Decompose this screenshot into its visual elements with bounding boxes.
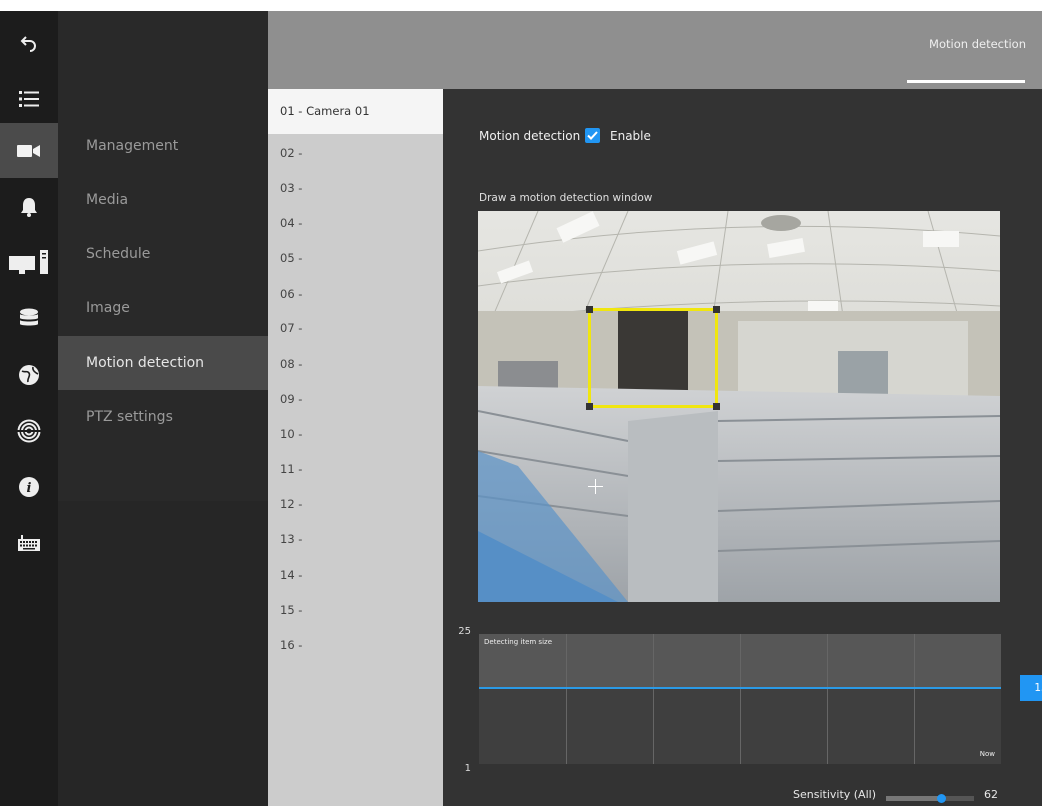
gridline [827,634,828,764]
camera-list-item[interactable]: 15 - [268,593,443,628]
chart-plot-area: Detecting item size Now [479,634,1001,764]
camera-list-item[interactable]: 02 - [268,136,443,171]
menu-footer-area [58,501,268,806]
camera-list-item[interactable]: 04 - [268,206,443,241]
enable-label: Enable [610,129,651,143]
resize-handle[interactable] [713,306,720,313]
globe-icon[interactable] [0,347,58,402]
resize-handle[interactable] [586,306,593,313]
y-axis-max: 25 [458,626,471,637]
menu-item-label: Schedule [86,246,151,262]
gridline [653,634,654,764]
menu-item-ptz-settings[interactable]: PTZ settings [58,390,268,444]
gridline [914,634,915,764]
sensitivity-slider-thumb[interactable] [936,794,946,803]
menu-item-schedule[interactable]: Schedule [58,227,268,281]
office-scene-image [478,211,1000,602]
enable-checkbox[interactable] [585,128,600,143]
menu-item-label: Image [86,300,130,316]
camera-list-item[interactable]: 11 - [268,452,443,487]
camera-list-item[interactable]: 16 - [268,628,443,663]
crosshair-cursor-icon [588,479,603,494]
active-tab-underline [907,80,1025,83]
y-axis-min: 1 [464,763,471,774]
camera-list-item[interactable]: 12 - [268,487,443,522]
camera-list-item[interactable]: 01 - Camera 01 [268,89,443,134]
tab-motion-detection[interactable]: Motion detection [929,37,1026,51]
menu-item-label: Media [86,192,129,208]
threshold-value-badge[interactable]: 15 [1020,675,1042,702]
gridline [740,634,741,764]
camera-list-item[interactable]: 08 - [268,347,443,382]
camera-list-item[interactable]: 13 - [268,522,443,557]
menu-item-label: Management [86,138,179,154]
motion-detection-panel: Motion detection Enable Draw a motion de… [443,89,1042,806]
menu-item-management[interactable]: Management [58,119,268,173]
menu-item-motion-detection[interactable]: Motion detection [58,336,268,390]
chart-now-label: Now [979,750,995,758]
camera-list-item[interactable]: 14 - [268,558,443,593]
gridline [566,634,567,764]
list-icon[interactable] [0,71,58,126]
threshold-line [479,687,1001,690]
sensitivity-fill [886,796,941,801]
sensitivity-label: Sensitivity (All) [793,788,876,801]
resize-handle[interactable] [586,403,593,410]
menu-item-image[interactable]: Image [58,281,268,335]
back-icon[interactable] [0,15,58,70]
checkmark-icon [587,131,598,140]
draw-window-label: Draw a motion detection window [479,192,653,204]
sensitivity-slider[interactable] [886,794,974,803]
camera-live-view[interactable] [478,211,1000,602]
icon-rail: i [0,11,58,806]
camera-list-item[interactable]: 03 - [268,171,443,206]
camera-list-item[interactable]: 05 - [268,241,443,276]
camera-icon[interactable] [0,123,58,178]
app-window: i Management Media Schedule Image Motion… [0,11,1042,806]
settings-menu: Management Media Schedule Image Motion d… [58,11,268,806]
camera-list-item[interactable]: 10 - [268,417,443,452]
detection-chart: 25 1 Detecting item size Now 15 [458,626,1042,806]
database-icon[interactable] [0,291,58,346]
camera-list-item[interactable]: 09 - [268,382,443,417]
motion-detection-window[interactable] [586,306,720,410]
motion-detection-label: Motion detection [479,129,581,143]
menu-item-media[interactable]: Media [58,173,268,227]
page-header: Motion detection [268,11,1042,89]
camera-list: 01 - Camera 01 02 -03 -04 -05 -06 -07 -08… [268,89,443,806]
sensitivity-value: 62 [984,788,998,801]
svg-text:i: i [27,481,32,496]
menu-item-label: Motion detection [86,355,205,371]
menu-item-label: PTZ settings [86,409,173,425]
info-icon[interactable]: i [0,459,58,514]
keyboard-icon[interactable] [0,515,58,570]
resize-handle[interactable] [713,403,720,410]
spiral-icon[interactable] [0,403,58,458]
camera-list-item[interactable]: 07 - [268,311,443,346]
computer-icon[interactable] [0,235,58,290]
camera-list-item[interactable]: 06 - [268,277,443,312]
bell-icon[interactable] [0,179,58,234]
chart-title: Detecting item size [484,638,553,646]
